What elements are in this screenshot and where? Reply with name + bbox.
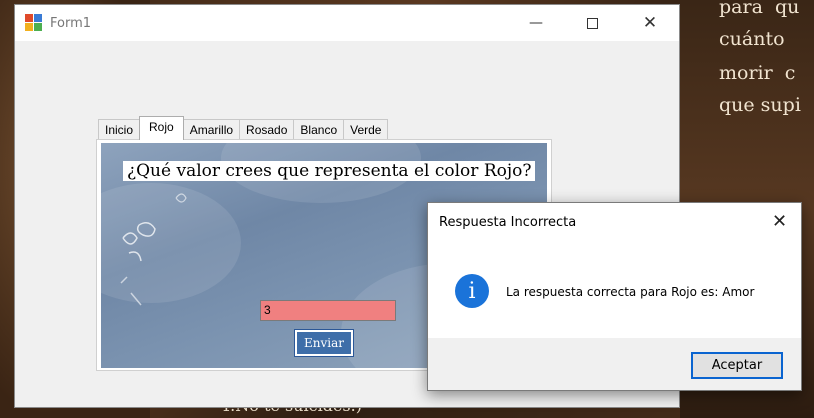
message-dialog: Respuesta Incorrecta ✕ i La respuesta co… [427, 202, 802, 391]
form-title: Form1 [50, 15, 92, 31]
maximize-button[interactable] [563, 5, 621, 41]
background-text-line: que supi [719, 94, 801, 116]
form-app-icon [25, 14, 43, 32]
tab-rosado[interactable]: Rosado [239, 119, 295, 140]
dialog-message: La respuesta correcta para Rojo es: Amor [506, 285, 755, 299]
background-text-line: morir c [719, 62, 796, 84]
enviar-button[interactable]: Enviar [294, 329, 354, 357]
aceptar-button[interactable]: Aceptar [691, 352, 783, 379]
tab-strip: Inicio Rojo Amarillo Rosado Blanco Verde [98, 116, 389, 140]
dialog-title: Respuesta Incorrecta [439, 215, 577, 230]
tab-blanco[interactable]: Blanco [293, 119, 345, 140]
maximize-icon [586, 17, 598, 29]
background-text-line: cuánto [719, 28, 785, 50]
dialog-close-button[interactable]: ✕ [772, 211, 787, 232]
tab-amarillo[interactable]: Amarillo [182, 119, 241, 140]
answer-input[interactable]: 3 [260, 300, 396, 321]
tab-verde[interactable]: Verde [343, 119, 389, 140]
dialog-footer: Aceptar [428, 338, 801, 390]
tab-inicio[interactable]: Inicio [98, 119, 141, 140]
minimize-button[interactable]: — [507, 5, 565, 41]
info-icon: i [455, 274, 489, 308]
form-titlebar[interactable]: Form1 — ✕ [15, 5, 679, 41]
tab-rojo[interactable]: Rojo [139, 116, 184, 140]
question-label: ¿Qué valor crees que representa el color… [123, 161, 536, 181]
background-text-line: para qu [719, 0, 800, 18]
close-button[interactable]: ✕ [621, 5, 679, 41]
